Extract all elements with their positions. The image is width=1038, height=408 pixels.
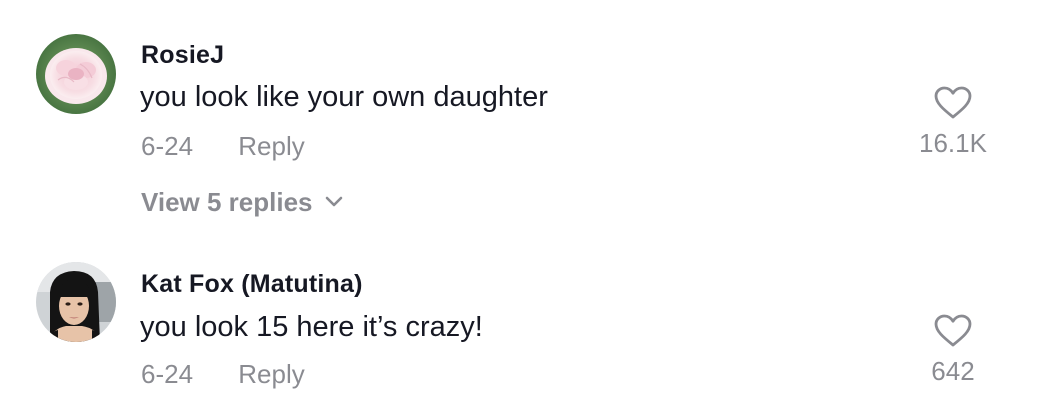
- peony-flower-avatar-icon: [36, 34, 116, 114]
- user-photo-avatar-icon: [36, 262, 116, 342]
- comment-date: 6-24: [141, 359, 194, 389]
- avatar[interactable]: [36, 262, 116, 342]
- like-control: 642: [898, 314, 1008, 387]
- like-count: 16.1K: [919, 128, 987, 158]
- heart-outline-icon[interactable]: [934, 86, 972, 120]
- heart-outline-icon[interactable]: [934, 314, 972, 348]
- comment-username[interactable]: RosieJ: [141, 41, 224, 70]
- chevron-down-icon: [325, 196, 342, 207]
- comment-text: you look 15 here it’s crazy!: [140, 311, 483, 343]
- view-replies-label: View 5 replies: [141, 187, 313, 217]
- like-control: 16.1K: [898, 86, 1008, 159]
- comment-date: 6-24: [141, 131, 194, 161]
- comment-item: Kat Fox (Matutina) you look 15 here it’s…: [0, 230, 1038, 408]
- like-count: 642: [931, 356, 975, 386]
- reply-button[interactable]: Reply: [238, 131, 304, 162]
- comment-username[interactable]: Kat Fox (Matutina): [141, 270, 363, 299]
- comment-meta: 6-24 Reply: [141, 131, 305, 162]
- comment-text: you look like your own daughter: [140, 81, 548, 113]
- reply-button[interactable]: Reply: [238, 359, 304, 390]
- view-replies-button[interactable]: View 5 replies: [141, 187, 343, 218]
- avatar[interactable]: [36, 34, 116, 114]
- comment-meta: 6-24 Reply: [141, 359, 305, 390]
- comment-item: RosieJ you look like your own daughter 6…: [0, 0, 1038, 230]
